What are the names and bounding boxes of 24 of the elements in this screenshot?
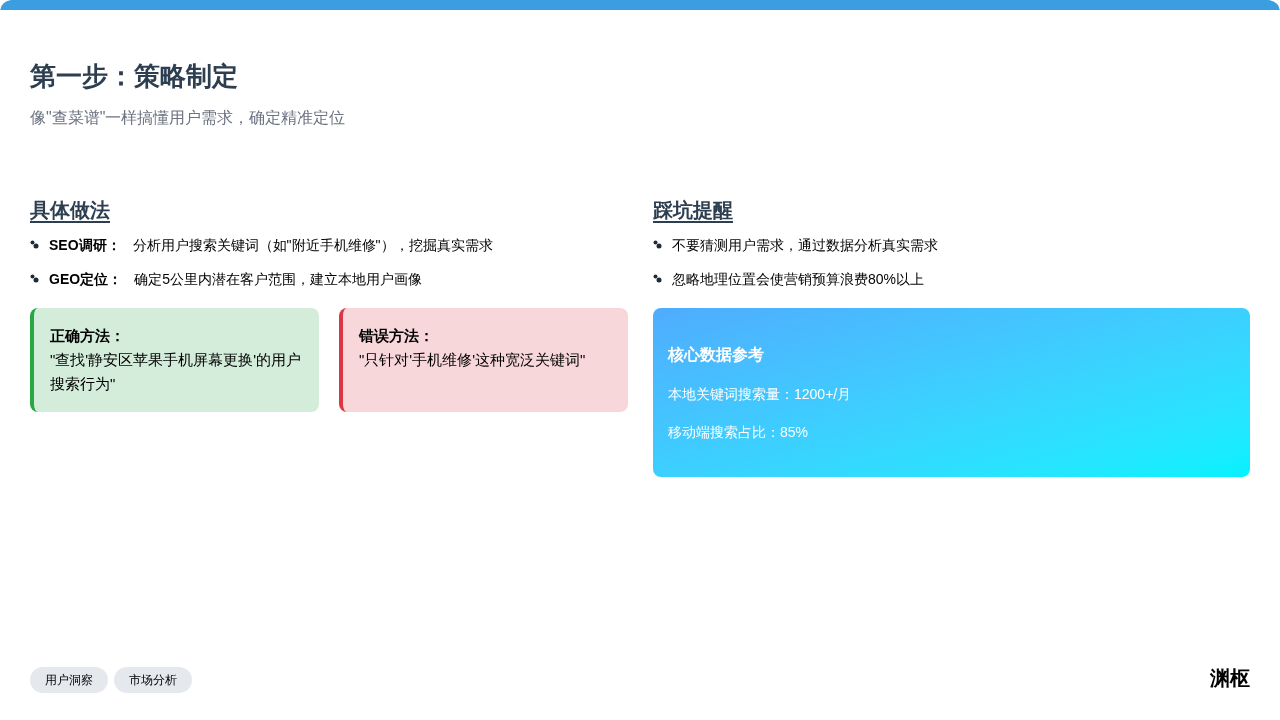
page-title: 第一步：策略制定 <box>30 60 238 93</box>
item-label: GEO定位： <box>49 270 123 289</box>
data-line: 移动端搜索占比：85% <box>668 422 809 442</box>
pitfall-text: 忽略地理位置会使营销预算浪费80%以上 <box>672 270 925 289</box>
bullet-icon <box>653 240 662 249</box>
page-subtitle: 像"查菜谱"一样搞懂用户需求，确定精准定位 <box>30 108 346 128</box>
example-text: "查找'静安区苹果手机屏幕更换'的用户搜索行为" <box>50 350 303 394</box>
brand-logo-text: 渊枢 <box>1210 666 1250 690</box>
example-label: 错误方法： <box>359 326 434 346</box>
tag-chip: 市场分析 <box>114 667 192 693</box>
bullet-icon <box>30 274 39 283</box>
example-label: 正确方法： <box>50 326 125 346</box>
item-text: 分析用户搜索关键词（如"附近手机维修"），挖掘真实需求 <box>132 236 493 255</box>
data-line: 本地关键词搜索量：1200+/月 <box>668 384 852 404</box>
item-text: 确定5公里内潜在客户范围，建立本地用户画像 <box>134 270 422 289</box>
bullet-icon <box>653 274 662 283</box>
data-card-title: 核心数据参考 <box>668 344 764 365</box>
pitfall-text: 不要猜测用户需求，通过数据分析真实需求 <box>672 236 938 255</box>
bullet-icon <box>30 240 39 249</box>
example-text: "只针对'手机维修'这种宽泛关键词" <box>359 350 587 370</box>
section-heading: 踩坑提醒 <box>653 198 733 223</box>
item-label: SEO调研： <box>49 236 121 255</box>
tag-chip: 用户洞察 <box>30 667 108 693</box>
section-heading: 具体做法 <box>30 198 110 223</box>
